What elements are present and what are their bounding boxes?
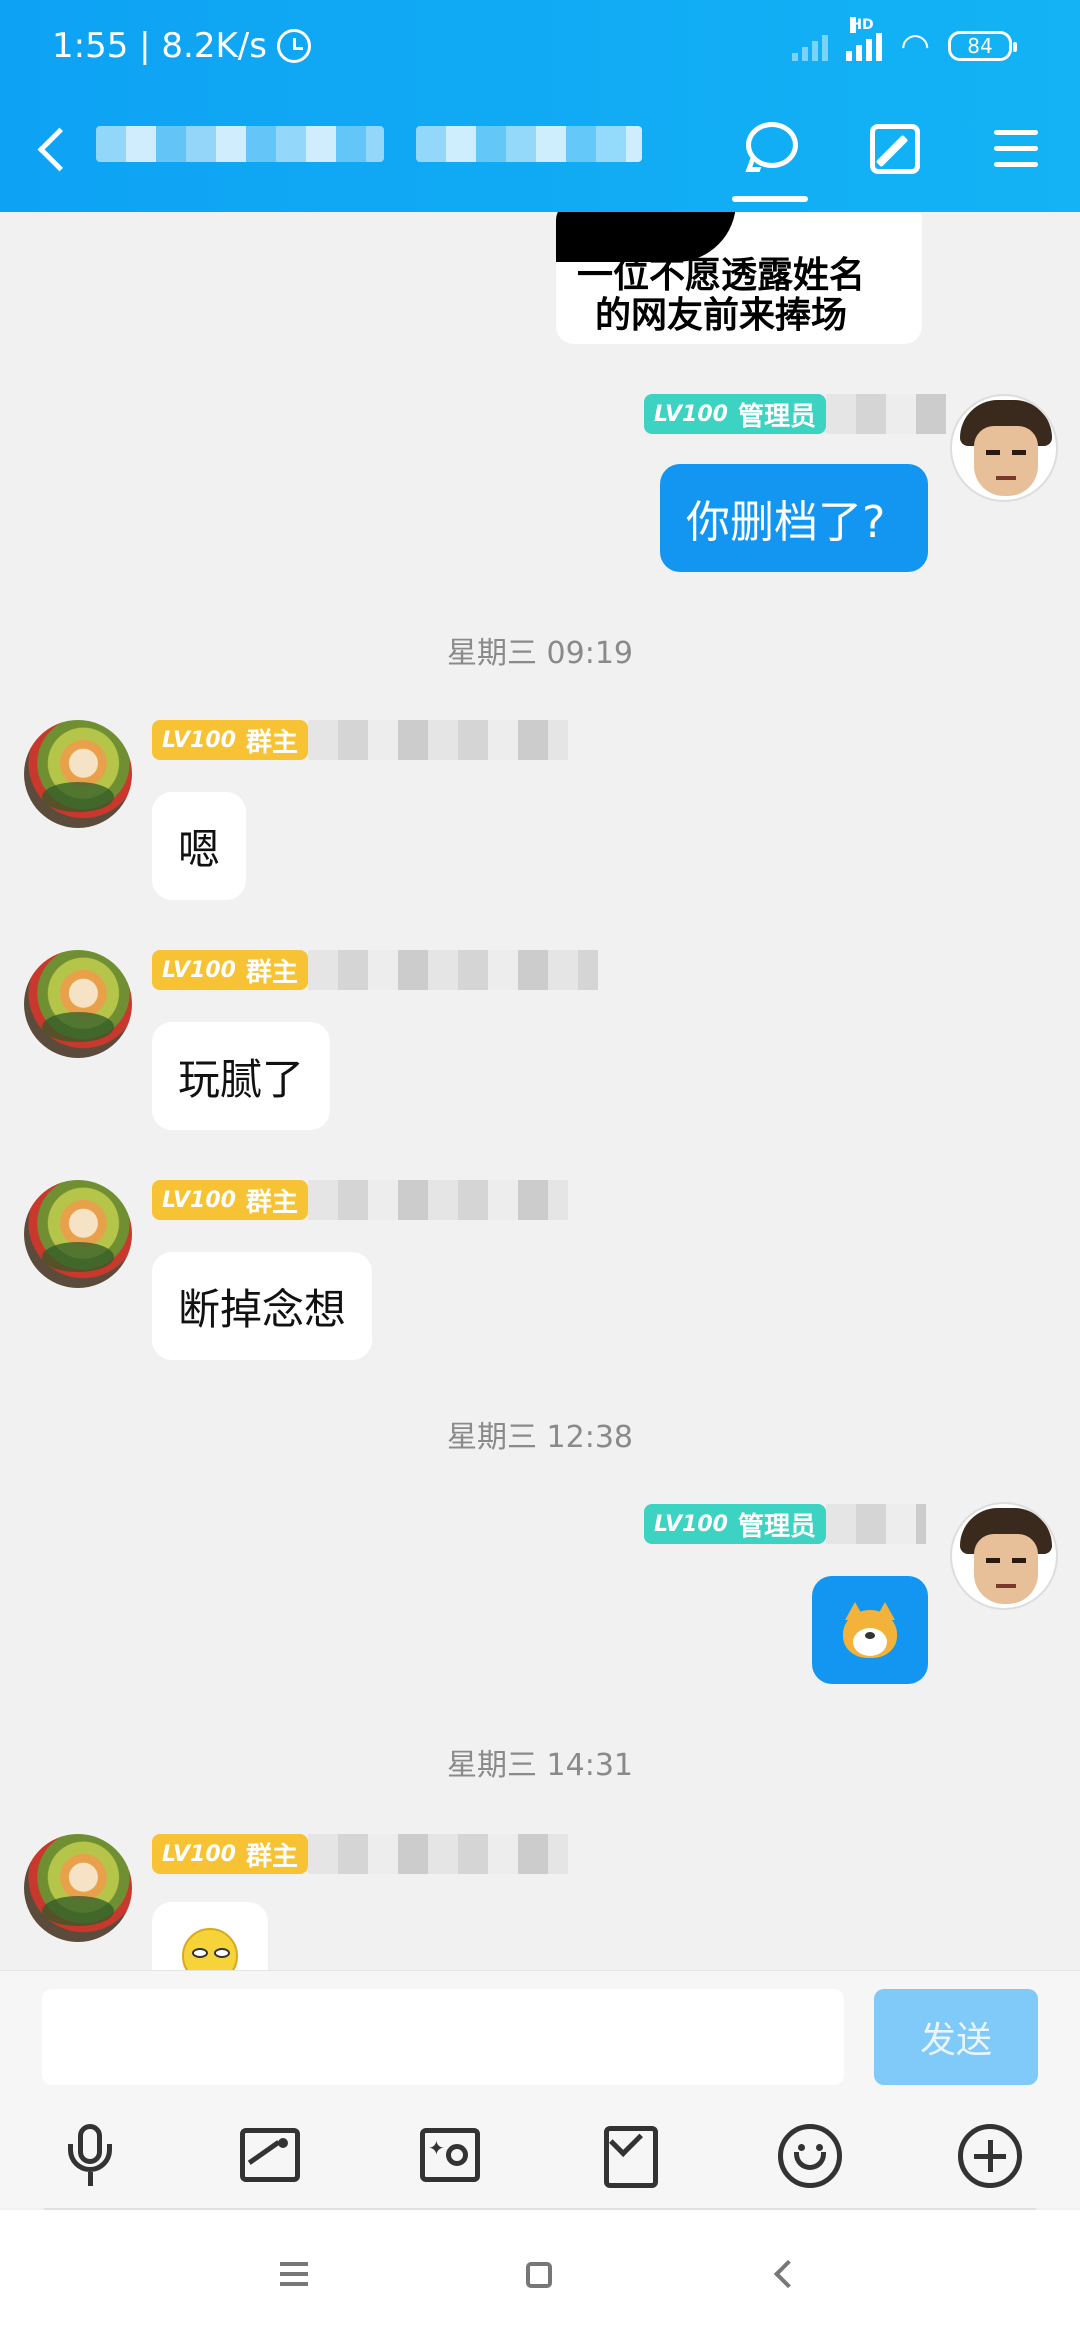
incoming-message[interactable]: 玩腻了 [152,1022,331,1130]
back-button[interactable] [30,118,80,178]
active-tab-indicator [732,196,808,202]
sender-row: LV100 群主 [152,1834,568,1874]
avatar[interactable] [24,950,132,1058]
incoming-message[interactable]: 嗯 [152,792,247,900]
image-icon[interactable] [234,2120,306,2192]
recent-apps-icon[interactable] [272,2252,316,2296]
input-area: 发送 [0,1970,1080,2100]
avatar[interactable] [950,394,1058,502]
timestamp: 星期三 09:19 [447,636,633,671]
message-input[interactable] [42,1989,844,2085]
group-title-redacted-2 [416,126,642,162]
incoming-message[interactable]: 断掉念想 [152,1252,373,1360]
outgoing-sticker-message[interactable] [812,1576,928,1684]
avatar[interactable] [950,1502,1058,1610]
timestamp: 星期三 14:31 [447,1748,633,1783]
outgoing-message[interactable]: 你删档了? [660,464,928,572]
camera-icon[interactable]: ✦ [414,2120,486,2192]
top-bar: 1:55 | 8.2K/s HD ◠ 84 [0,0,1080,212]
status-time-speed: 1:55 | 8.2K/s [52,26,267,66]
status-bar: 1:55 | 8.2K/s HD ◠ 84 [0,17,1080,80]
admin-badge: LV100 管理员 [644,394,826,434]
edit-icon[interactable] [862,114,932,184]
incoming-emoji-message[interactable] [152,1902,268,1970]
red-packet-icon[interactable] [594,2120,666,2192]
alarm-icon [276,29,311,63]
group-title-redacted [96,126,384,162]
avatar[interactable] [24,720,132,828]
system-nav-bar [0,2210,1080,2340]
sender-name-redacted [307,720,568,760]
owner-badge: LV100 群主 [152,720,308,760]
sender-name-redacted [307,1180,568,1220]
microphone-icon[interactable] [54,2120,126,2192]
signal-icon-sim2: HD [846,17,883,61]
owner-badge: LV100 群主 [152,1834,308,1874]
hd-label: HD [850,17,874,33]
chat-bubble-icon[interactable] [736,114,806,184]
emoji-icon [182,1928,238,1970]
wifi-icon: ◠ [900,26,930,66]
send-button[interactable]: 发送 [874,1989,1038,2085]
home-icon[interactable] [516,2252,560,2296]
shiba-dog-sticker-icon [841,1602,899,1658]
sender-name-redacted [307,950,598,990]
sender-row: LV100 群主 [152,950,598,990]
chat-area[interactable]: 一位不愿透露姓名 的网友前来捧场 LV100 管理员 你删档了? 星期三 09:… [0,212,1080,1970]
plus-icon[interactable] [954,2120,1026,2192]
image-caption-line2: 的网友前来捧场 [594,295,847,336]
timestamp: 星期三 12:38 [447,1420,633,1455]
image-caption-line1: 一位不愿透露姓名 [576,255,865,296]
owner-badge: LV100 群主 [152,1180,308,1220]
menu-icon[interactable] [980,114,1050,184]
sender-name-redacted [307,1834,568,1874]
title-bar [0,100,1080,212]
battery-level: 84 [967,34,993,58]
avatar[interactable] [24,1180,132,1288]
system-back-icon[interactable] [762,2252,806,2296]
sender-name-redacted [825,394,946,434]
input-toolbar: ✦ [0,2100,1080,2208]
battery-icon: 84 [948,31,1017,61]
send-button-label: 发送 [919,2020,992,2061]
sender-row: LV100 群主 [152,1180,568,1220]
sender-row: LV100 群主 [152,720,568,760]
sender-name-redacted [825,1504,926,1544]
sender-row: LV100 管理员 [644,394,946,434]
image-message[interactable]: 一位不愿透露姓名 的网友前来捧场 [556,212,922,344]
sender-row: LV100 管理员 [644,1504,926,1544]
avatar[interactable] [24,1834,132,1942]
signal-icon-sim1 [792,31,829,61]
admin-badge: LV100 管理员 [644,1504,826,1544]
emoji-icon[interactable] [774,2120,846,2192]
owner-badge: LV100 群主 [152,950,308,990]
